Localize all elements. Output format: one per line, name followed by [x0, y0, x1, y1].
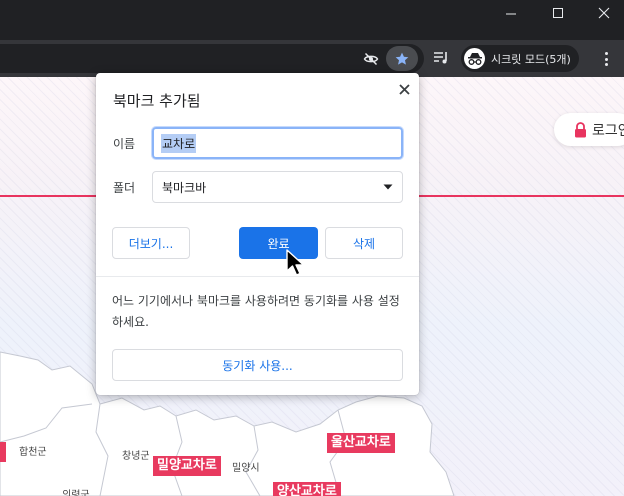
- bookmark-name-input[interactable]: 교차로: [152, 127, 403, 159]
- window-titlebar: [0, 0, 624, 40]
- map-region-label: 창녕군: [122, 451, 150, 462]
- more-button[interactable]: 더보기...: [112, 227, 190, 259]
- maximize-icon: [553, 8, 563, 18]
- close-icon: [398, 83, 410, 95]
- interchange-label[interactable]: 울산교차로: [327, 433, 395, 453]
- maximize-button[interactable]: [538, 0, 578, 26]
- folder-selected-value: 북마크바: [162, 180, 207, 195]
- star-icon: [395, 52, 409, 65]
- minimize-button[interactable]: [491, 0, 531, 26]
- map-region-label: 의령군: [62, 490, 90, 496]
- incognito-avatar: [464, 48, 485, 69]
- interchange-label[interactable]: 양산교차로: [273, 482, 341, 496]
- dropdown-arrow-icon: [383, 184, 393, 190]
- map-region-label: 합천군: [19, 447, 47, 458]
- close-window-icon: [598, 7, 610, 19]
- map-region-label: 밀양시: [232, 463, 260, 474]
- sync-message: 어느 기기에서나 북마크를 사용하려면 동기화를 사용 설정하세요.: [112, 294, 400, 329]
- incognito-label: 시크릿 모드(5개): [491, 52, 571, 66]
- bookmark-name-value: 교차로: [161, 133, 197, 153]
- dialog-divider: [96, 276, 419, 277]
- remove-button[interactable]: 삭제: [325, 227, 403, 259]
- bookmark-folder-select[interactable]: 북마크바: [152, 171, 403, 203]
- tracking-protection-button[interactable]: [362, 50, 380, 68]
- login-button[interactable]: 로그인: [554, 113, 624, 146]
- enable-sync-button[interactable]: 동기화 사용...: [112, 349, 403, 381]
- name-field-label: 이름: [113, 137, 136, 151]
- close-button[interactable]: [394, 79, 414, 99]
- minimize-icon: [506, 13, 516, 15]
- cursor-icon: [286, 249, 305, 276]
- address-bar[interactable]: [0, 44, 424, 73]
- login-label: 로그인: [592, 122, 624, 139]
- browser-toolbar: 시크릿 모드(5개): [0, 40, 624, 77]
- more-vert-icon[interactable]: [599, 50, 613, 68]
- interchange-label[interactable]: 밀양교차로: [153, 456, 221, 476]
- incognito-profile-button[interactable]: 시크릿 모드(5개): [461, 45, 579, 72]
- reading-list-icon[interactable]: [432, 49, 450, 67]
- incognito-icon: [467, 52, 482, 65]
- folder-field-label: 폴더: [113, 181, 136, 195]
- lock-icon: [575, 121, 586, 137]
- interchange-label-partial[interactable]: [0, 442, 6, 462]
- eye-off-icon: [363, 52, 379, 66]
- bookmark-added-dialog: 북마크 추가됨 이름 교차로 폴더 북마크바 더보기... 완료 삭제 어느 기…: [96, 73, 419, 395]
- dialog-title: 북마크 추가됨: [113, 92, 201, 110]
- close-window-button[interactable]: [584, 0, 624, 26]
- bookmark-star-button[interactable]: [386, 46, 418, 71]
